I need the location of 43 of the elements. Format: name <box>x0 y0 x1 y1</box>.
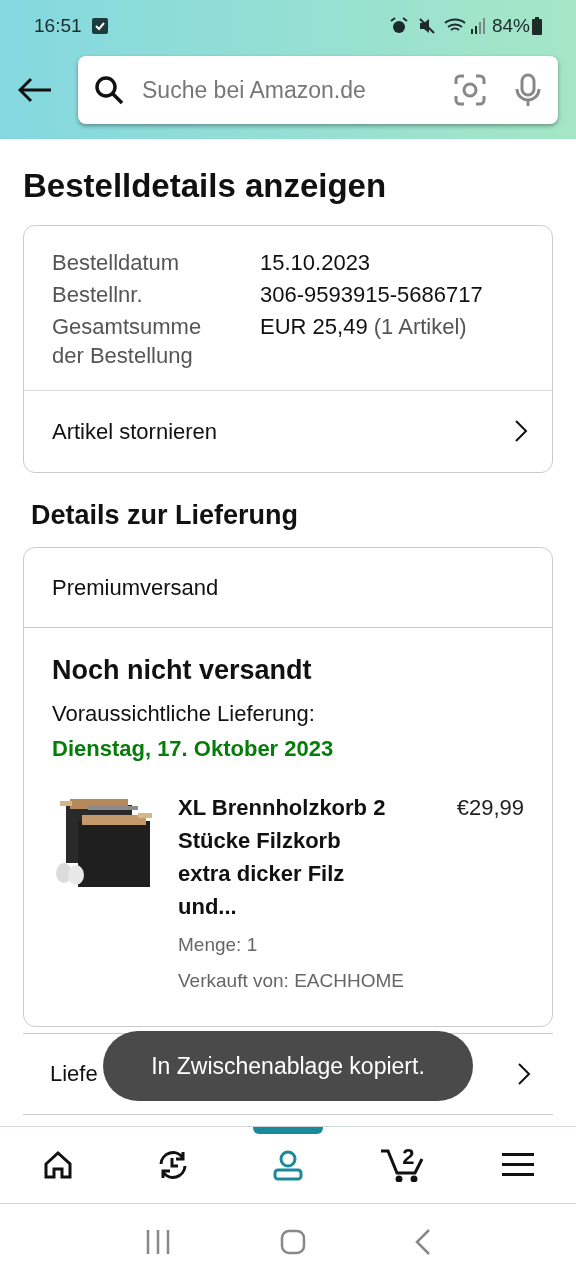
cart-count: 2 <box>402 1143 415 1171</box>
product-price: €29,99 <box>456 793 524 822</box>
status-time: 16:51 <box>34 13 82 38</box>
battery-percent: 84% <box>491 13 530 38</box>
signal-icon <box>469 17 486 35</box>
cancel-items-label: Artikel stornieren <box>52 417 218 446</box>
battery-icon <box>532 17 542 35</box>
toast: In Zwischenablage kopiert. <box>103 1031 473 1101</box>
chevron-right-icon <box>514 419 528 443</box>
delivery-date: Dienstag, 17. Oktober 2023 <box>52 734 335 763</box>
detail-label: Bestelldatum <box>52 248 181 277</box>
checkbox-notification-icon <box>91 18 108 34</box>
nav-tab[interactable]: 2 <box>345 1127 461 1203</box>
mute-icon <box>417 17 436 35</box>
detail-label: Bestellnr. <box>52 280 144 309</box>
detail-label: Gesamtsumme der Bestellung <box>52 312 203 370</box>
detail-value: 306-9593915-5686717 <box>260 280 484 309</box>
shipping-method: Premiumversand <box>52 574 219 602</box>
home-button-icon[interactable] <box>280 1229 306 1255</box>
back-arrow-icon[interactable] <box>18 77 52 103</box>
search-field[interactable]: Suche bei Amazon.de <box>142 72 436 108</box>
track-delivery-label[interactable]: Liefe <box>50 1057 98 1090</box>
camera-scan-icon[interactable] <box>454 74 486 106</box>
product-title[interactable]: XL Brennholzkorb 2 Stücke Filzkorb extra dicker Filz und... <box>178 790 390 923</box>
quantity: Menge: 1 <box>178 932 259 957</box>
person-icon <box>271 1148 305 1182</box>
menu-icon <box>502 1152 535 1178</box>
recent-apps-icon[interactable] <box>144 1230 171 1254</box>
detail-value: EUR 25,49 (1 Artikel) <box>260 312 468 341</box>
back-icon[interactable] <box>415 1229 432 1255</box>
chevron-right-icon <box>517 1061 531 1086</box>
alarm-icon <box>389 17 408 35</box>
seller: Verkauft von: EACHHOME <box>178 969 405 993</box>
page-title: Bestelldetails anzeigen <box>23 166 388 206</box>
search-bar[interactable]: Suche bei Amazon.de <box>78 56 558 124</box>
active-indicator <box>253 1127 323 1134</box>
microphone-icon[interactable] <box>514 73 542 107</box>
detail-value: 15.10.2023 <box>260 248 372 277</box>
cancel-items-row[interactable]: Artikel stornieren <box>24 389 552 472</box>
shipment-status: Noch nicht versandt <box>52 654 313 687</box>
section-heading: Details zur Lieferung <box>30 498 300 532</box>
search-icon <box>94 75 124 105</box>
delivery-estimate-label: Voraussichtliche Lieferung: <box>52 699 316 728</box>
